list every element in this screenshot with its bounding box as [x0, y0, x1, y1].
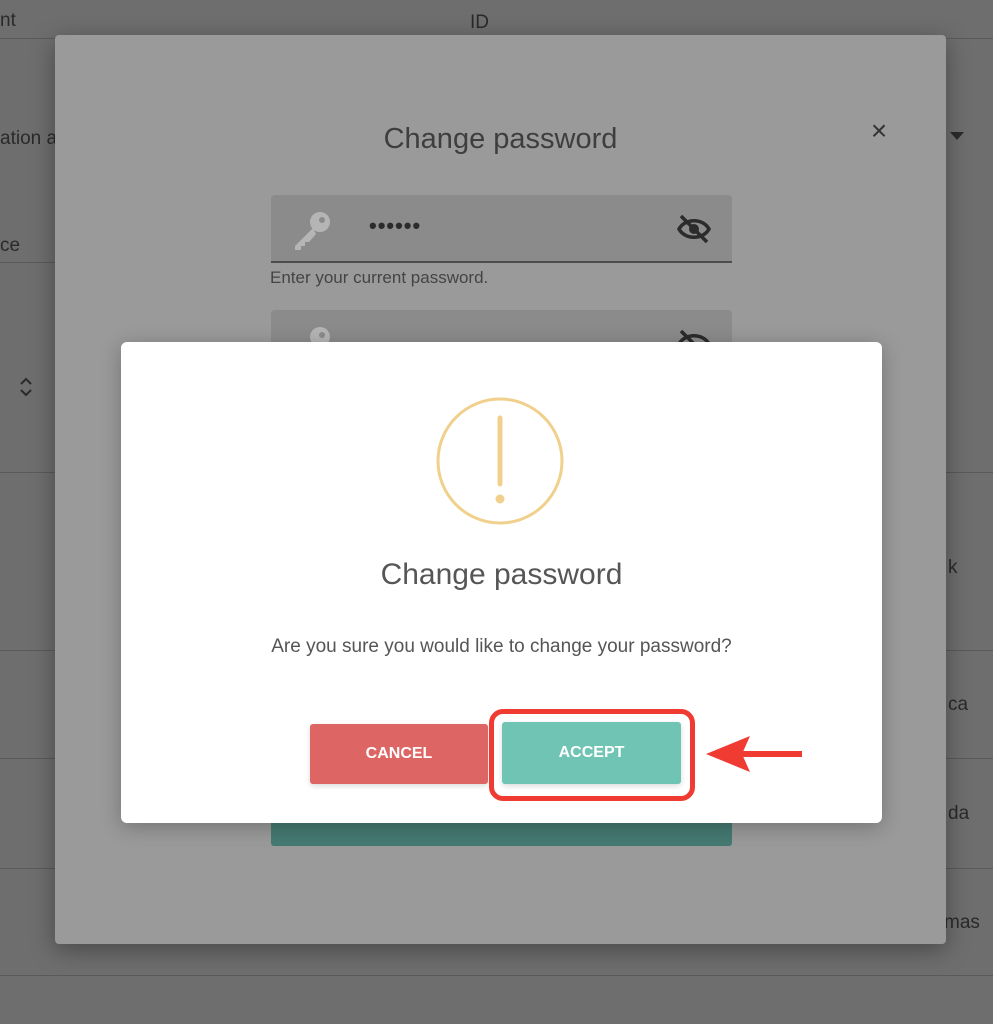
current-password-field[interactable]: •••••• [271, 195, 732, 263]
bg-filter-label: ation a [0, 128, 58, 149]
current-password-value: •••••• [369, 213, 422, 238]
bg-cell-text: k [948, 557, 958, 578]
cancel-button[interactable]: CANCEL [310, 724, 488, 784]
bg-column-header: nt [0, 10, 16, 31]
dialog-title: Change password [380, 558, 623, 591]
arrow-annotation-icon [706, 736, 802, 772]
dialog-message: Are you sure you would like to change yo… [271, 636, 732, 657]
bg-divider [0, 262, 60, 263]
bg-dropdown-caret-icon [950, 132, 964, 140]
modal-title: Change password [383, 123, 618, 155]
bg-cell-text: da [948, 803, 970, 824]
highlight-annotation [489, 709, 695, 801]
bg-label: ce [0, 235, 21, 256]
close-icon[interactable]: × [865, 117, 893, 145]
bg-divider [0, 975, 993, 976]
current-password-helper: Enter your current password. [270, 268, 489, 287]
warning-icon [436, 397, 564, 525]
eye-off-icon[interactable] [676, 213, 712, 245]
sort-icon [20, 377, 32, 397]
key-icon [295, 212, 330, 250]
bg-cell-text: ca [948, 694, 969, 715]
bg-column-header-id: ID [470, 12, 489, 33]
bg-cell-text: mas [944, 912, 980, 933]
